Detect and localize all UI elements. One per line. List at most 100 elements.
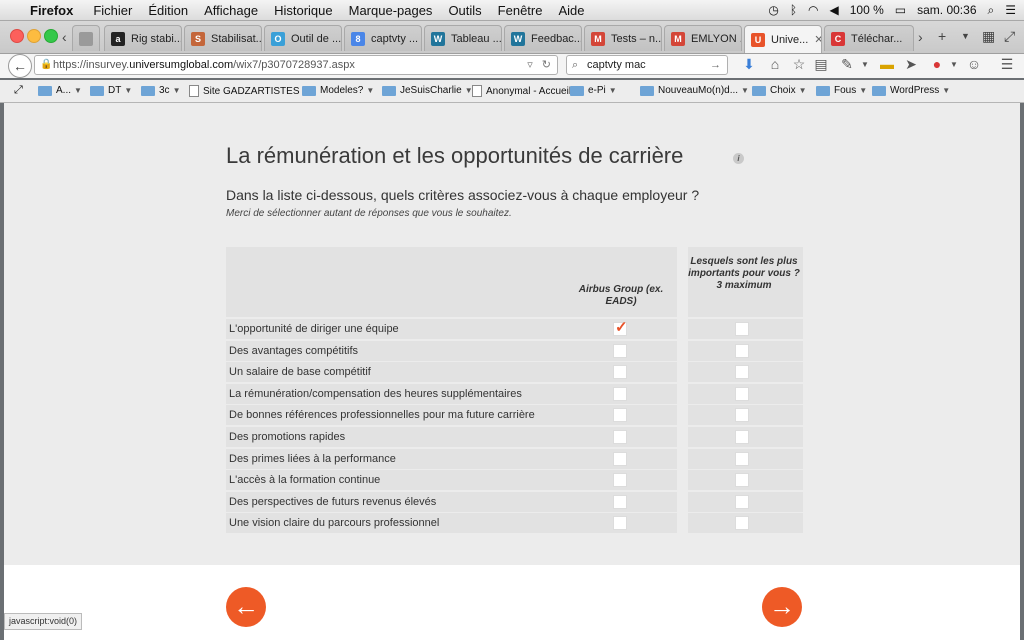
checkbox-importance[interactable] — [735, 365, 749, 380]
bookmark-item[interactable]: 3c ▼ — [141, 85, 180, 96]
tab-1[interactable]: a Rig stabi... — [104, 25, 182, 51]
url-input[interactable]: 🔒 https://insurvey.universumglobal.com/w… — [34, 55, 558, 75]
bookmark-item[interactable]: WordPress ▼ — [872, 85, 950, 96]
checkbox-employer[interactable] — [613, 365, 627, 380]
wifi-icon[interactable]: ◠ — [808, 3, 818, 17]
folder-icon — [38, 85, 52, 96]
checkbox-importance[interactable] — [735, 494, 749, 509]
menu-historique[interactable]: Historique — [274, 3, 333, 18]
battery-icon[interactable]: ▭ — [895, 3, 906, 17]
bookmark-item[interactable]: Fous ▼ — [816, 85, 867, 96]
menu-edition[interactable]: Édition — [148, 3, 188, 18]
bookmark-item[interactable]: Site GADZARTISTES — [189, 85, 300, 97]
fullscreen-icon[interactable]: ⤢ — [1004, 28, 1015, 45]
info-icon[interactable]: i — [733, 153, 744, 164]
spotlight-icon[interactable]: ⌕ — [988, 3, 995, 18]
volume-icon[interactable]: ◀ — [830, 3, 839, 17]
hamburger-menu-icon[interactable]: ☰ — [998, 56, 1016, 73]
checkbox-importance[interactable] — [735, 386, 749, 401]
tab-5[interactable]: W Tableau ... — [424, 25, 502, 51]
folder-icon — [302, 85, 316, 96]
bookmark-item[interactable]: DT ▼ — [90, 85, 132, 96]
menu-outils[interactable]: Outils — [448, 3, 481, 18]
notification-center-icon[interactable]: ☰ — [1005, 3, 1016, 17]
row-label: Des avantages compétitifs — [229, 344, 359, 357]
checkbox-importance[interactable] — [735, 430, 749, 444]
checkbox-importance[interactable] — [735, 451, 749, 466]
checkbox-employer[interactable] — [613, 343, 627, 358]
tab-groups-icon[interactable]: ▦ — [982, 28, 995, 45]
checkbox-employer[interactable] — [613, 516, 627, 531]
pocket-dropdown-icon[interactable]: ▼ — [856, 60, 874, 69]
reload-icon[interactable]: ↻ — [542, 59, 551, 71]
next-button[interactable]: → — [762, 587, 802, 627]
downloads-icon[interactable]: ⬇ — [740, 56, 758, 73]
checkbox-importance[interactable] — [735, 322, 749, 336]
tab-0[interactable]: 8 ... — [72, 25, 100, 51]
addon-note-icon[interactable]: ▬ — [878, 56, 896, 72]
tab-scroll-left-icon[interactable]: ‹ — [62, 29, 67, 45]
survey-row: Un salaire de base compétitif — [226, 362, 803, 383]
bluetooth-icon[interactable]: ᛒ — [790, 3, 797, 17]
adblock-dropdown-icon[interactable]: ▼ — [945, 60, 963, 69]
new-tab-icon[interactable]: + — [938, 28, 946, 44]
tab-3[interactable]: O Outil de ... — [264, 25, 342, 51]
tab-7[interactable]: M Tests – n... — [584, 25, 662, 51]
search-input[interactable]: ⌕ captvty mac → — [566, 55, 728, 75]
bookmark-item[interactable]: A... ▼ — [38, 85, 82, 96]
menu-affichage[interactable]: Affichage — [204, 3, 258, 18]
history-dropdown-icon[interactable]: ▿ — [527, 59, 533, 71]
tab-10[interactable]: C Téléchar... — [824, 25, 914, 51]
bookmark-item[interactable]: JeSuisCharlie ▼ — [382, 85, 473, 96]
time-machine-icon[interactable]: ◷ — [768, 3, 778, 17]
bookmark-item[interactable]: NouveauMo(n)d... ▼ — [640, 85, 749, 96]
bookmark-item[interactable]: e-Pi ▼ — [570, 85, 617, 96]
tab-2[interactable]: S Stabilisat... — [184, 25, 262, 51]
window-minimize-button[interactable] — [27, 29, 41, 43]
menu-aide[interactable]: Aide — [558, 3, 584, 18]
send-icon[interactable]: ➤ — [902, 56, 920, 73]
checkbox-employer[interactable] — [613, 494, 627, 509]
bookmark-item[interactable]: Modeles? ▼ — [302, 85, 374, 96]
home-icon[interactable]: ⌂ — [766, 56, 784, 72]
tab-9[interactable]: U Unive...✕ — [744, 25, 822, 53]
search-engine-icon[interactable]: ⌕ — [572, 56, 578, 74]
pocket-icon[interactable]: ✎ — [838, 56, 856, 73]
bookmark-item[interactable]: Choix ▼ — [752, 85, 807, 96]
tab-8[interactable]: M EMLYON ... — [664, 25, 742, 51]
checkbox-employer[interactable] — [613, 386, 627, 401]
bookmark-item[interactable]: Anonymal - Accueil — [472, 85, 571, 97]
tab-scroll-right-icon[interactable]: › — [918, 29, 923, 45]
folder-icon — [872, 85, 886, 96]
reading-list-icon[interactable]: ▤ — [812, 56, 830, 73]
back-button[interactable]: ← — [8, 54, 32, 78]
checkbox-importance[interactable] — [735, 516, 749, 531]
adblock-icon[interactable]: ● — [928, 56, 946, 72]
tab-list-icon[interactable]: ▼ — [961, 31, 970, 41]
window-maximize-button[interactable] — [44, 29, 58, 43]
tab-6[interactable]: W Feedbac... — [504, 25, 582, 51]
survey-row: Des perspectives de futurs revenus élevé… — [226, 491, 803, 512]
checkbox-employer[interactable] — [613, 451, 627, 466]
checkbox-employer[interactable] — [613, 430, 627, 444]
search-go-icon[interactable]: → — [710, 56, 721, 74]
checkbox-employer[interactable] — [613, 473, 627, 488]
window-close-button[interactable] — [10, 29, 24, 43]
checkbox-employer[interactable]: ✓ — [613, 319, 628, 336]
bookmark-star-icon[interactable]: ☆ — [790, 56, 808, 73]
app-menu-firefox[interactable]: Firefox — [30, 3, 73, 18]
previous-button[interactable]: ← — [226, 587, 266, 627]
menu-fichier[interactable]: Fichier — [93, 3, 132, 18]
battery-status[interactable]: 100 % — [850, 3, 884, 17]
tab-close-icon[interactable]: ✕ — [808, 33, 821, 46]
chat-icon[interactable]: ☺ — [965, 56, 983, 72]
bookmarks-expand-icon[interactable]: ⤢ — [14, 84, 23, 97]
checkbox-importance[interactable] — [735, 343, 749, 358]
checkbox-importance[interactable] — [735, 473, 749, 488]
menu-fenetre[interactable]: Fenêtre — [498, 3, 543, 18]
menu-marque-pages[interactable]: Marque-pages — [349, 3, 433, 18]
checkbox-employer[interactable] — [613, 408, 627, 423]
tab-4[interactable]: 8 captvty ... — [344, 25, 422, 51]
clock[interactable]: sam. 00:36 — [917, 3, 976, 17]
checkbox-importance[interactable] — [735, 408, 749, 423]
